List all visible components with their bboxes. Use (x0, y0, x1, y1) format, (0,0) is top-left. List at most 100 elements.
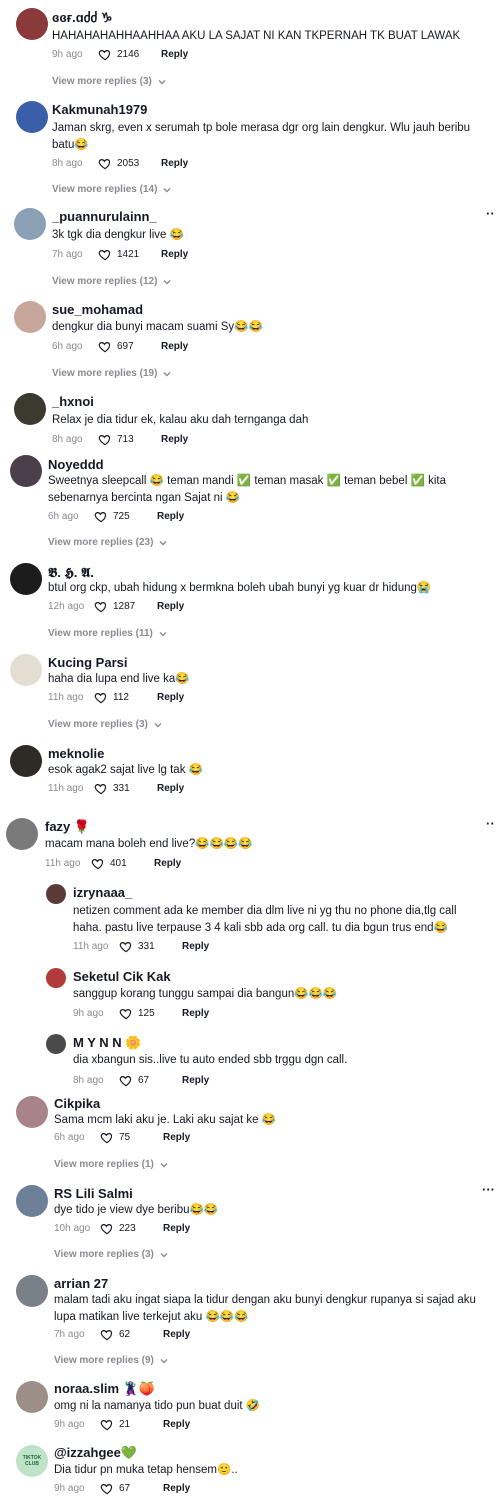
reply-button[interactable]: Reply (163, 1481, 190, 1497)
reply-text: dia xbangun sis..live tu auto ended sbb … (73, 1054, 348, 1066)
avatar[interactable] (14, 393, 46, 425)
reply-button[interactable]: Reply (163, 1417, 190, 1433)
reply-button[interactable]: Reply (161, 156, 188, 172)
comment-username[interactable]: Cikpika (54, 1096, 100, 1112)
heart-icon[interactable] (119, 940, 133, 954)
reply-button[interactable]: Reply (163, 1221, 190, 1237)
heart-icon[interactable] (91, 857, 105, 871)
view-more-replies[interactable]: View more replies (11) (48, 627, 168, 641)
view-more-replies[interactable]: View more replies (3) (52, 75, 167, 89)
avatar[interactable] (6, 818, 38, 850)
reply-button[interactable]: Reply (161, 432, 188, 448)
heart-icon[interactable] (98, 157, 112, 171)
view-more-replies[interactable]: View more replies (14) (52, 183, 172, 197)
view-more-replies[interactable]: View more replies (9) (54, 1354, 169, 1368)
heart-icon[interactable] (119, 1074, 133, 1088)
heart-icon[interactable] (94, 782, 108, 796)
chevron-down-icon (163, 188, 171, 193)
comment-username[interactable]: Kucing Parsi (48, 655, 127, 671)
reply-text: sanggup korang tunggu sampai dia bangun😂… (73, 988, 338, 1000)
comment-username[interactable]: fazy 🌹 (45, 819, 90, 835)
reply-button[interactable]: Reply (154, 856, 181, 872)
view-more-replies[interactable]: View more replies (3) (48, 718, 163, 732)
view-more-replies[interactable]: View more replies (23) (48, 536, 168, 550)
avatar[interactable] (10, 745, 42, 777)
avatar[interactable] (14, 301, 46, 333)
comment-username[interactable]: arrian 27 (54, 1276, 108, 1292)
heart-icon[interactable] (100, 1222, 114, 1236)
comment-username[interactable]: sue_mohamad (52, 302, 143, 318)
avatar[interactable] (16, 1185, 48, 1217)
comment-time: 11h ago (48, 783, 84, 794)
comment-time: 6h ago (52, 341, 83, 352)
reply-button[interactable]: Reply (182, 939, 209, 955)
comment-username[interactable]: @izzahgee💚 (54, 1445, 137, 1461)
comment-username[interactable]: _hxnoi (52, 394, 94, 410)
comment-time: 6h ago (48, 511, 79, 522)
comment-username[interactable]: _puannurulainn_ (52, 209, 157, 225)
avatar[interactable] (14, 208, 46, 240)
reply-button[interactable]: Reply (182, 1006, 209, 1022)
view-more-replies[interactable]: View more replies (3) (54, 1248, 169, 1262)
comment-username[interactable]: meknolie (48, 746, 104, 762)
heart-icon[interactable] (98, 48, 112, 62)
comment-username[interactable]: Noyeddd (48, 457, 104, 473)
reply-button[interactable]: Reply (157, 509, 184, 525)
more-options-icon[interactable]: ·· (486, 816, 495, 831)
like-count: 223 (119, 1223, 136, 1234)
reply-button[interactable]: Reply (161, 339, 188, 355)
more-options-icon[interactable]: ·· (486, 206, 495, 221)
view-more-replies[interactable]: View more replies (12) (52, 275, 172, 289)
heart-icon[interactable] (100, 1131, 114, 1145)
like-count: 125 (138, 1008, 155, 1019)
heart-icon[interactable] (119, 1007, 133, 1021)
reply-button[interactable]: Reply (163, 1327, 190, 1343)
reply-button[interactable]: Reply (161, 47, 188, 63)
heart-icon[interactable] (98, 248, 112, 262)
like-count: 1421 (117, 249, 140, 260)
reply-button[interactable]: Reply (157, 781, 184, 797)
comment-username[interactable]: 𝕭. 𝕳. 𝕬. (48, 565, 94, 581)
comment-text: omg ni la namanya tido pun buat duit 🤣 (54, 1400, 261, 1412)
comment-username[interactable]: ɞɞғ.ɑძძ ♑︎ (52, 10, 113, 26)
comment-text: 3k tgk dia dengkur live 😂 (52, 229, 184, 241)
reply-username[interactable]: M Y N N 🌼 (73, 1035, 141, 1051)
comment-time: 8h ago (52, 158, 83, 169)
heart-icon[interactable] (94, 510, 108, 524)
view-more-replies[interactable]: View more replies (1) (54, 1158, 169, 1172)
reply-button[interactable]: Reply (163, 1130, 190, 1146)
avatar[interactable] (10, 455, 42, 487)
reply-username[interactable]: izrynaaa_ (73, 885, 132, 901)
comment-username[interactable]: RS Lili Salmi (54, 1186, 133, 1202)
avatar[interactable] (16, 1096, 48, 1128)
comment-username[interactable]: Kakmunah1979 (52, 102, 147, 118)
heart-icon[interactable] (100, 1328, 114, 1342)
reply-username[interactable]: Seketul Cik Kak (73, 969, 171, 985)
comment-username[interactable]: noraa.slim 🦹🍑 (54, 1381, 155, 1397)
comment-text: Jaman skrg, even x serumah tp bole meras… (52, 122, 471, 151)
comment-time: 9h ago (52, 49, 83, 60)
reply-button[interactable]: Reply (161, 247, 188, 263)
avatar[interactable] (46, 1034, 66, 1054)
more-options-icon[interactable]: ··· (482, 1182, 495, 1197)
comment-text: macam mana boleh end live?😂😂😂😂 (45, 838, 253, 850)
heart-icon[interactable] (98, 433, 112, 447)
heart-icon[interactable] (94, 691, 108, 705)
avatar[interactable] (10, 654, 42, 686)
avatar[interactable] (16, 8, 48, 40)
reply-button[interactable]: Reply (157, 599, 184, 615)
avatar[interactable] (16, 1381, 48, 1413)
avatar[interactable] (46, 968, 66, 988)
avatar[interactable]: TIKTOK CLUB (16, 1445, 48, 1477)
reply-button[interactable]: Reply (157, 690, 184, 706)
view-more-replies[interactable]: View more replies (19) (52, 367, 172, 381)
avatar[interactable] (16, 101, 48, 133)
avatar[interactable] (10, 563, 42, 595)
heart-icon[interactable] (94, 600, 108, 614)
heart-icon[interactable] (98, 340, 112, 354)
heart-icon[interactable] (100, 1418, 114, 1432)
avatar[interactable] (16, 1275, 48, 1307)
reply-button[interactable]: Reply (182, 1073, 209, 1089)
avatar[interactable] (46, 884, 66, 904)
chevron-down-icon (159, 541, 167, 546)
